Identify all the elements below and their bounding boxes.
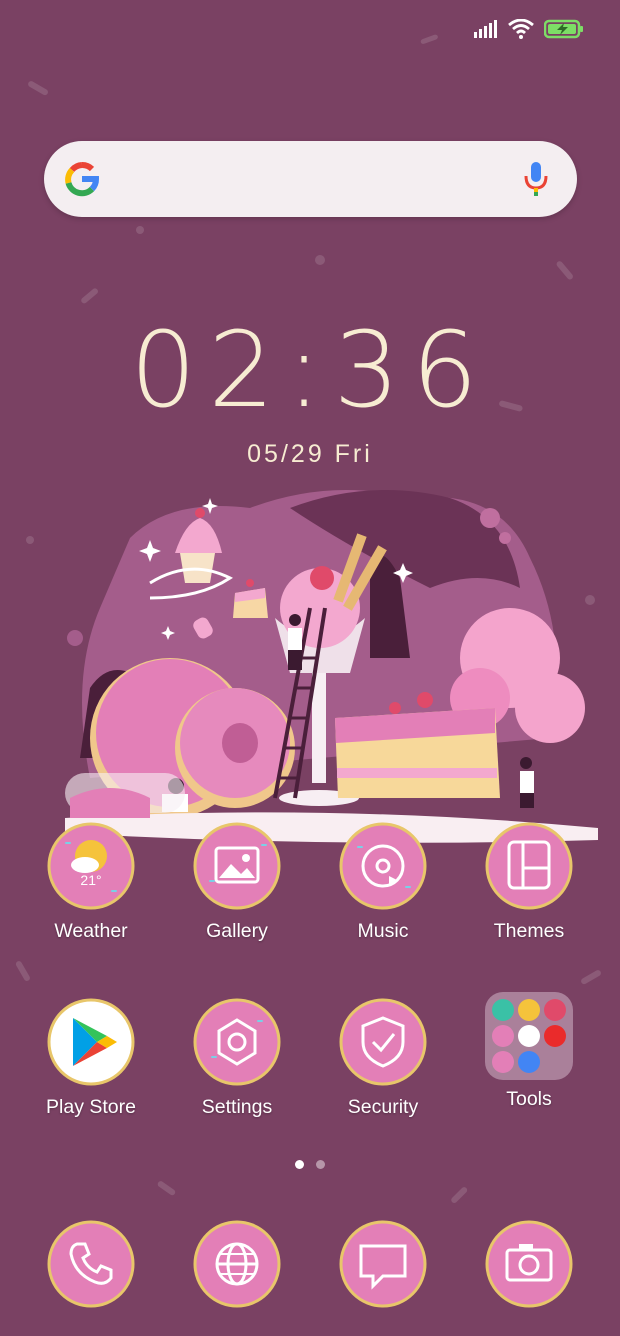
status-bar [474,14,584,44]
phone-icon [45,1218,137,1310]
app-security[interactable]: Security [310,996,456,1119]
app-gallery[interactable]: Gallery [164,820,310,943]
gmail-mini-icon [518,1025,540,1047]
themes-icon [483,820,575,912]
app-label: Play Store [46,1096,136,1118]
signal-icon [474,20,497,38]
app-label: Themes [493,920,565,942]
folder-icon [485,992,573,1080]
app-label: Gallery [206,920,268,942]
app-themes[interactable]: Themes [456,820,602,943]
google-logo-icon [65,162,99,197]
security-icon [337,996,429,1088]
settings-icon [191,996,283,1088]
dessert-wallpaper-illustration [65,490,598,843]
messages-icon [337,1218,429,1310]
play-store-icon [45,996,137,1088]
dock-messages[interactable] [310,1218,456,1310]
page-indicator [0,1160,620,1169]
wifi-icon [508,19,534,39]
app-settings[interactable]: Settings [164,996,310,1119]
mini-app-icon [492,1051,514,1073]
folder-tools[interactable]: Tools [456,990,602,1111]
weather-temp: 21° [80,872,102,888]
page-dot[interactable] [316,1160,325,1169]
app-weather[interactable]: 21° Weather [18,820,164,943]
browser-icon [191,1218,283,1310]
google-search-bar[interactable] [44,141,577,217]
mini-app-icon [518,999,540,1021]
app-label: Settings [201,1096,273,1118]
gallery-icon [191,820,283,912]
app-play-store[interactable]: Play Store [18,996,164,1119]
youtube-mini-icon [544,1025,566,1047]
app-label: Tools [506,1088,552,1110]
mini-app-icon [492,1025,514,1047]
clock-time[interactable]: 02:36 [0,310,620,430]
page-dot-active[interactable] [295,1160,304,1169]
dock-camera[interactable] [456,1218,602,1310]
app-label: Weather [54,920,128,942]
app-music[interactable]: Music [310,820,456,943]
app-label: Security [347,1096,419,1118]
battery-charging-icon [544,19,583,39]
weather-icon: 21° [45,820,137,912]
music-icon [337,820,429,912]
dock-browser[interactable] [164,1218,310,1310]
mini-app-icon [544,999,566,1021]
dock-phone[interactable] [18,1218,164,1310]
mini-app-icon [492,999,514,1021]
clock-date: 05/29 Fri [247,440,373,468]
camera-icon [483,1218,575,1310]
app-label: Music [357,920,409,942]
mic-icon[interactable] [523,161,549,197]
chrome-mini-icon [518,1051,540,1073]
